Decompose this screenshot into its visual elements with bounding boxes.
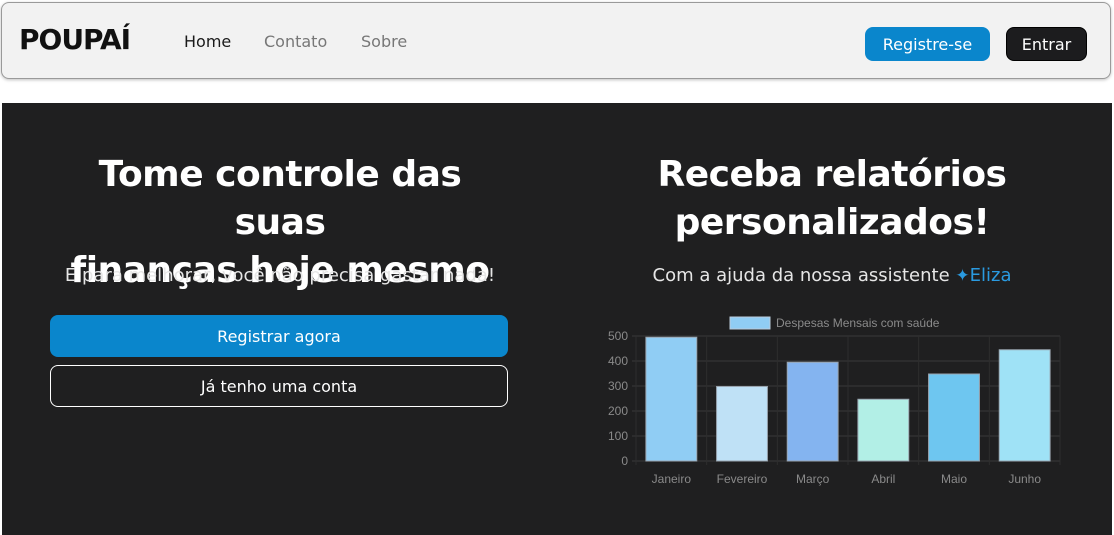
register-now-button[interactable]: Registrar agora	[50, 315, 508, 357]
x-tick-label: Março	[796, 472, 830, 486]
assistant-name: Eliza	[969, 265, 1012, 286]
nav-link-home[interactable]: Home	[184, 32, 231, 51]
nav-link-contato[interactable]: Contato	[264, 32, 327, 51]
y-tick-label: 400	[608, 354, 628, 368]
x-tick-label: Abril	[871, 472, 895, 486]
x-tick-label: Fevereiro	[717, 472, 768, 486]
bar-junho	[998, 349, 1051, 462]
bar-maio	[928, 373, 980, 462]
hero-title-right-line1: Receba relatórios	[657, 154, 1008, 195]
y-tick-label: 500	[608, 329, 628, 343]
bar-fevereiro	[716, 386, 768, 462]
y-tick-label: 0	[621, 454, 628, 468]
y-tick-label: 200	[608, 404, 628, 418]
y-tick-label: 100	[608, 429, 628, 443]
nav-link-sobre[interactable]: Sobre	[361, 32, 407, 51]
sparkle-icon: ✦	[955, 266, 970, 286]
x-tick-label: Junho	[1008, 472, 1041, 486]
hero-section: Tome controle das suas finanças hoje mes…	[2, 103, 1112, 535]
register-button[interactable]: Registre-se	[865, 27, 990, 61]
hero-subtitle-left: E para melhorar, você não precisa gastar…	[64, 265, 496, 286]
hero-title-right: Receba relatórios personalizados!	[592, 151, 1072, 247]
x-tick-label: Maio	[941, 472, 967, 486]
legend-label: Despesas Mensais com saúde	[776, 316, 940, 330]
bar-março	[786, 361, 839, 462]
bar-janeiro	[645, 336, 698, 462]
x-tick-label: Janeiro	[652, 472, 692, 486]
legend-swatch	[729, 316, 771, 330]
login-button[interactable]: Entrar	[1006, 27, 1087, 61]
navbar: POUPAÍ Home Contato Sobre Registre-se En…	[1, 2, 1111, 79]
expenses-bar-chart: 0 100 200 300 400 500 Janeiro Fevereiro Março Abr…	[608, 316, 1061, 486]
have-account-button[interactable]: Já tenho uma conta	[50, 365, 508, 407]
hero-subtitle-right: Com a ajuda da nossa assistente ✦Eliza	[592, 265, 1072, 286]
hero-title-right-line2: personalizados!	[674, 202, 990, 243]
y-tick-label: 300	[608, 379, 628, 393]
bar-abril	[857, 398, 910, 462]
brand-logo[interactable]: POUPAÍ	[19, 23, 131, 56]
hero-title-left-line1: Tome controle das suas	[98, 154, 462, 243]
assistant-subtitle-text: Com a ajuda da nossa assistente	[652, 265, 950, 286]
